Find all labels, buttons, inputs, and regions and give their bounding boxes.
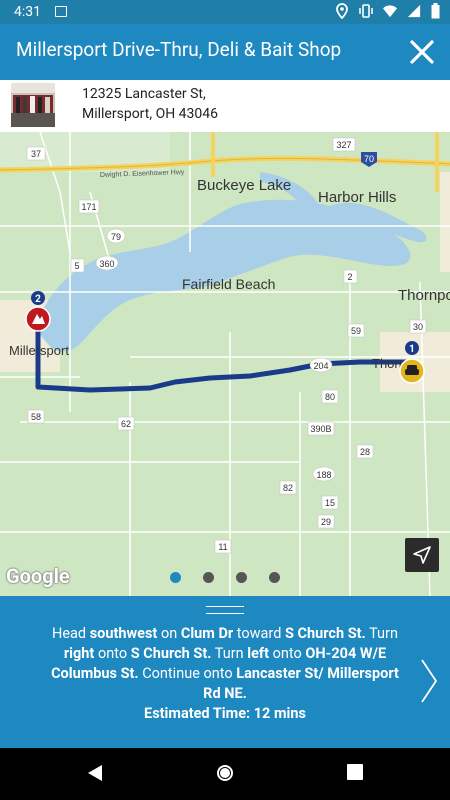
pager-dot-1[interactable]: [170, 572, 181, 583]
map-label-harbor-hills: Harbor Hills: [318, 189, 396, 206]
pager-dot-3[interactable]: [236, 572, 247, 583]
svg-text:2: 2: [347, 272, 352, 282]
directions-part: S Church St.: [130, 645, 212, 662]
location-icon: [336, 3, 348, 19]
svg-text:360: 360: [99, 259, 114, 269]
svg-text:30: 30: [413, 322, 423, 332]
svg-text:70: 70: [364, 154, 374, 164]
svg-text:29: 29: [321, 517, 331, 527]
home-icon[interactable]: [215, 763, 235, 783]
directions-part: Turn: [211, 645, 248, 662]
map-label-fairfield-beach: Fairfield Beach: [182, 276, 275, 292]
directions-part: toward: [233, 625, 285, 642]
shield-360: 360: [95, 255, 119, 271]
svg-text:58: 58: [31, 412, 41, 422]
recents-icon[interactable]: [346, 763, 364, 781]
system-nav-bar: [0, 748, 450, 800]
directions-part: right: [63, 645, 95, 662]
shield-171: 171: [78, 199, 100, 214]
shop-photo: [11, 83, 55, 127]
directions-part: Continue onto: [138, 665, 237, 682]
svg-text:59: 59: [351, 326, 361, 336]
address-card: 12325 Lancaster St, Millersport, OH 4304…: [0, 80, 450, 133]
shield-188: 188: [312, 466, 336, 482]
signal-icon: [407, 4, 421, 18]
my-location-button[interactable]: [405, 538, 439, 572]
page-title: Millersport Drive-Thru, Deli & Bait Shop: [16, 38, 342, 61]
wifi-icon: [383, 5, 397, 18]
map-label-millersport: Millersport: [9, 343, 69, 358]
close-icon[interactable]: [406, 36, 438, 68]
shield-62: 62: [117, 416, 135, 431]
directions-part: onto: [94, 645, 131, 662]
svg-text:80: 80: [325, 392, 335, 402]
directions-part: Turn: [365, 625, 398, 642]
directions-part: southwest: [89, 625, 158, 642]
shield-29: 29: [317, 514, 335, 529]
pager-dot-2[interactable]: [203, 572, 214, 583]
shield-28: 28: [356, 444, 374, 459]
estimated-time: Estimated Time: 12 mins: [144, 705, 306, 722]
svg-text:2: 2: [35, 294, 41, 305]
map-label-buckeye-lake: Buckeye Lake: [197, 177, 291, 194]
svg-text:390B: 390B: [310, 424, 331, 434]
map-canvas[interactable]: Buckeye Lake Harbor Hills Fairfield Beac…: [0, 132, 450, 596]
address-line-2: Millersport, OH 43046: [82, 106, 219, 122]
svg-text:15: 15: [325, 498, 335, 508]
map-pager: [0, 572, 450, 592]
directions-text: Head southwest on Clum Dr toward S Churc…: [42, 624, 408, 724]
svg-text:188: 188: [316, 470, 331, 480]
image-notification-icon: [55, 6, 67, 17]
pager-dot-4[interactable]: [269, 572, 280, 583]
svg-text:79: 79: [111, 232, 121, 242]
svg-text:82: 82: [283, 483, 293, 493]
directions-panel: Head southwest on Clum Dr toward S Churc…: [0, 596, 450, 748]
shield-37: 37: [26, 146, 46, 161]
svg-text:62: 62: [121, 419, 131, 429]
svg-text:204: 204: [313, 361, 328, 371]
status-bar: 4:31: [0, 0, 450, 24]
shield-390b: 390B: [307, 421, 335, 436]
shield-82: 82: [279, 480, 297, 495]
vibrate-icon: [359, 4, 373, 18]
shield-204: 204: [309, 357, 333, 373]
directions-part: on: [157, 625, 181, 642]
shield-11: 11: [214, 539, 232, 554]
shield-15: 15: [321, 495, 339, 510]
directions-steps: Head southwest on Clum Dr toward S Churc…: [51, 625, 399, 702]
app-bar: Millersport Drive-Thru, Deli & Bait Shop: [0, 24, 450, 80]
navigation-arrow-icon: [413, 546, 431, 564]
address-line-1: 12325 Lancaster St,: [82, 86, 206, 102]
shield-30: 30: [409, 319, 427, 334]
svg-text:1: 1: [409, 344, 415, 355]
battery-icon: [431, 3, 440, 19]
back-icon[interactable]: [86, 763, 104, 783]
map-view[interactable]: Buckeye Lake Harbor Hills Fairfield Beac…: [0, 132, 450, 596]
svg-text:11: 11: [218, 542, 227, 552]
shield-327: 327: [332, 137, 356, 152]
shield-80: 80: [321, 389, 339, 404]
directions-part: S Church St.: [284, 625, 366, 642]
shield-59: 59: [347, 323, 365, 338]
svg-text:327: 327: [336, 140, 351, 150]
map-label-thornport: Thornpo: [398, 287, 450, 304]
shield-5: 5: [70, 258, 85, 273]
shield-58: 58: [27, 409, 45, 424]
status-time: 4:31: [14, 4, 41, 20]
directions-part: onto: [269, 645, 306, 662]
shield-79: 79: [106, 228, 126, 244]
chevron-right-icon[interactable]: [418, 656, 440, 706]
svg-text:37: 37: [31, 149, 41, 159]
directions-part: left: [247, 645, 270, 662]
svg-text:5: 5: [74, 261, 79, 271]
directions-part: Head: [52, 625, 90, 642]
directions-part: Clum Dr: [180, 625, 234, 642]
status-icons: [335, 3, 440, 19]
svg-text:28: 28: [360, 447, 370, 457]
svg-text:171: 171: [81, 202, 96, 212]
drag-handle[interactable]: [206, 606, 244, 614]
shield-2: 2: [343, 269, 358, 284]
